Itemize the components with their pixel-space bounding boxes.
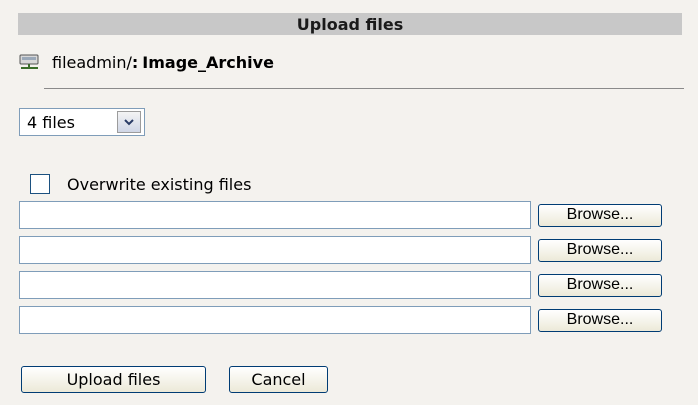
file-upload-row: Browse... (19, 236, 662, 264)
panel-header: Upload files (18, 13, 682, 35)
folder-name: Image_Archive (142, 52, 274, 72)
file-path-input[interactable] (19, 236, 531, 264)
upload-files-button[interactable]: Upload files (21, 366, 206, 393)
overwrite-option: Overwrite existing files (30, 172, 251, 196)
cancel-button[interactable]: Cancel (229, 366, 328, 393)
file-count-select[interactable]: 4 files (19, 108, 145, 136)
breadcrumb: fileadmin/ : Image_Archive (18, 50, 274, 74)
path-prefix: fileadmin/ (52, 52, 132, 72)
browse-button[interactable]: Browse... (538, 203, 662, 227)
path-separator: : (131, 52, 139, 72)
folder-tree-icon (18, 52, 42, 72)
chevron-down-icon[interactable] (117, 111, 141, 133)
file-upload-row: Browse... (19, 201, 662, 229)
browse-button[interactable]: Browse... (538, 238, 662, 262)
file-path-input[interactable] (19, 271, 531, 299)
browse-button[interactable]: Browse... (538, 308, 662, 332)
file-path-input[interactable] (19, 306, 531, 334)
overwrite-label: Overwrite existing files (67, 174, 252, 194)
panel-title: Upload files (296, 14, 404, 34)
file-count-value: 4 files (27, 112, 75, 132)
divider (44, 88, 684, 89)
file-upload-row: Browse... (19, 271, 662, 299)
browse-button[interactable]: Browse... (538, 273, 662, 297)
overwrite-checkbox[interactable] (30, 174, 50, 194)
file-path-input[interactable] (19, 201, 531, 229)
file-upload-row: Browse... (19, 306, 662, 334)
